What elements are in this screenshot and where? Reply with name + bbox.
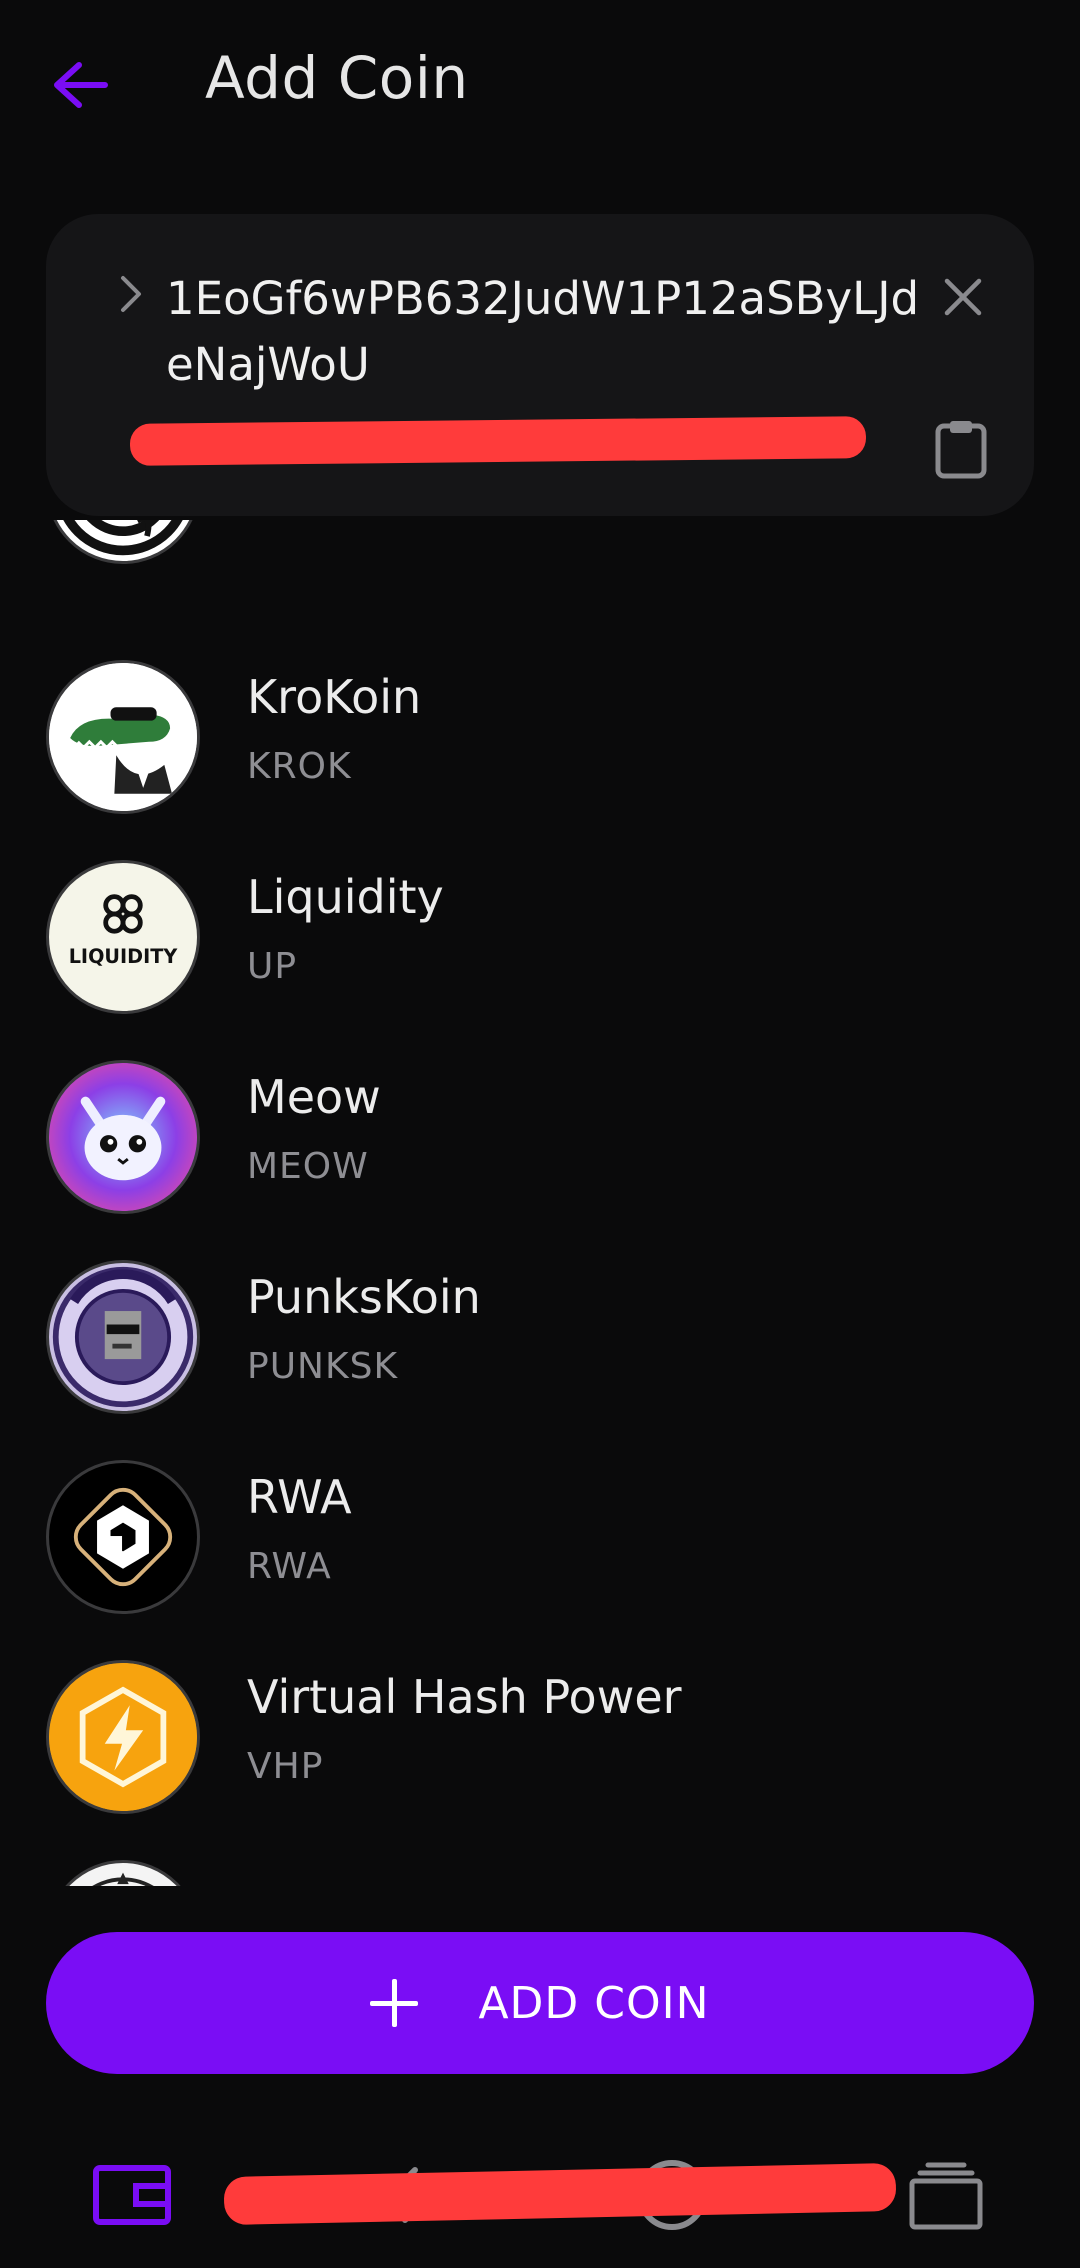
coin-list[interactable]: KG KroKoin KROK bbox=[0, 520, 1080, 1886]
list-item-kg[interactable]: KG bbox=[0, 520, 1080, 610]
coin-logo: LIQUIDITY bbox=[46, 860, 200, 1014]
page-title: Add Coin bbox=[205, 44, 469, 112]
coin-logo bbox=[46, 1060, 200, 1214]
coin-logo bbox=[46, 1660, 200, 1814]
list-item-liquidity[interactable]: LIQUIDITY Liquidity UP bbox=[0, 860, 1080, 1060]
coin-logo bbox=[46, 1260, 200, 1414]
clipboard-icon bbox=[935, 421, 987, 479]
arrow-left-icon bbox=[54, 62, 108, 108]
coin-symbol: PUNKSK bbox=[247, 1346, 399, 1387]
address-input[interactable]: 1EoGf6wPB632JudW1P12aSByLJdeNajWoU bbox=[166, 266, 936, 398]
close-icon bbox=[944, 278, 982, 316]
back-button[interactable] bbox=[40, 40, 120, 130]
coin-name: Liquidity bbox=[247, 870, 444, 924]
list-item-punkskoin[interactable]: PunksKoin PUNKSK bbox=[0, 1260, 1080, 1460]
coin-symbol: RWA bbox=[247, 1546, 332, 1587]
coin-logo-text: LIQUIDITY bbox=[69, 945, 179, 968]
coin-logo bbox=[46, 660, 200, 814]
redaction-mark bbox=[129, 416, 867, 466]
coin-name: PunksKoin bbox=[247, 1270, 481, 1324]
wallet-icon bbox=[93, 2165, 171, 2225]
list-item-krokoin[interactable]: KroKoin KROK bbox=[0, 660, 1080, 860]
coin-symbol: KROK bbox=[247, 746, 352, 787]
list-item-partial[interactable] bbox=[0, 1860, 1080, 1886]
nav-collections[interactable] bbox=[896, 2140, 996, 2250]
coin-symbol: MEOW bbox=[247, 1146, 369, 1187]
coin-symbol: VHP bbox=[247, 1746, 324, 1787]
coin-name: RWA bbox=[247, 1470, 352, 1524]
list-item-meow[interactable]: Meow MEOW bbox=[0, 1060, 1080, 1260]
add-coin-screen: { "header": { "title": "Add Coin", "back… bbox=[0, 0, 1080, 2268]
coin-logo bbox=[46, 520, 200, 564]
plus-icon bbox=[370, 1979, 419, 2027]
coin-name: KroKoin bbox=[247, 670, 422, 724]
address-input-card[interactable]: 1EoGf6wPB632JudW1P12aSByLJdeNajWoU bbox=[46, 214, 1034, 516]
list-item-rwa[interactable]: RWA RWA bbox=[0, 1460, 1080, 1660]
add-coin-button[interactable]: ADD COIN bbox=[46, 1932, 1034, 2074]
coin-name: Meow bbox=[247, 1070, 381, 1124]
chevron-right-icon[interactable] bbox=[106, 264, 156, 324]
add-coin-label: ADD COIN bbox=[478, 1977, 710, 2029]
coin-symbol: UP bbox=[247, 946, 298, 987]
list-item-virtual-hash-power[interactable]: Virtual Hash Power VHP bbox=[0, 1660, 1080, 1860]
coin-logo bbox=[46, 1860, 200, 1886]
coin-logo bbox=[46, 1460, 200, 1614]
nav-wallet[interactable] bbox=[82, 2140, 182, 2250]
layers-icon bbox=[909, 2162, 983, 2230]
paste-button[interactable] bbox=[916, 404, 1006, 494]
clear-button[interactable] bbox=[926, 260, 1000, 334]
coin-name: Virtual Hash Power bbox=[247, 1670, 682, 1724]
